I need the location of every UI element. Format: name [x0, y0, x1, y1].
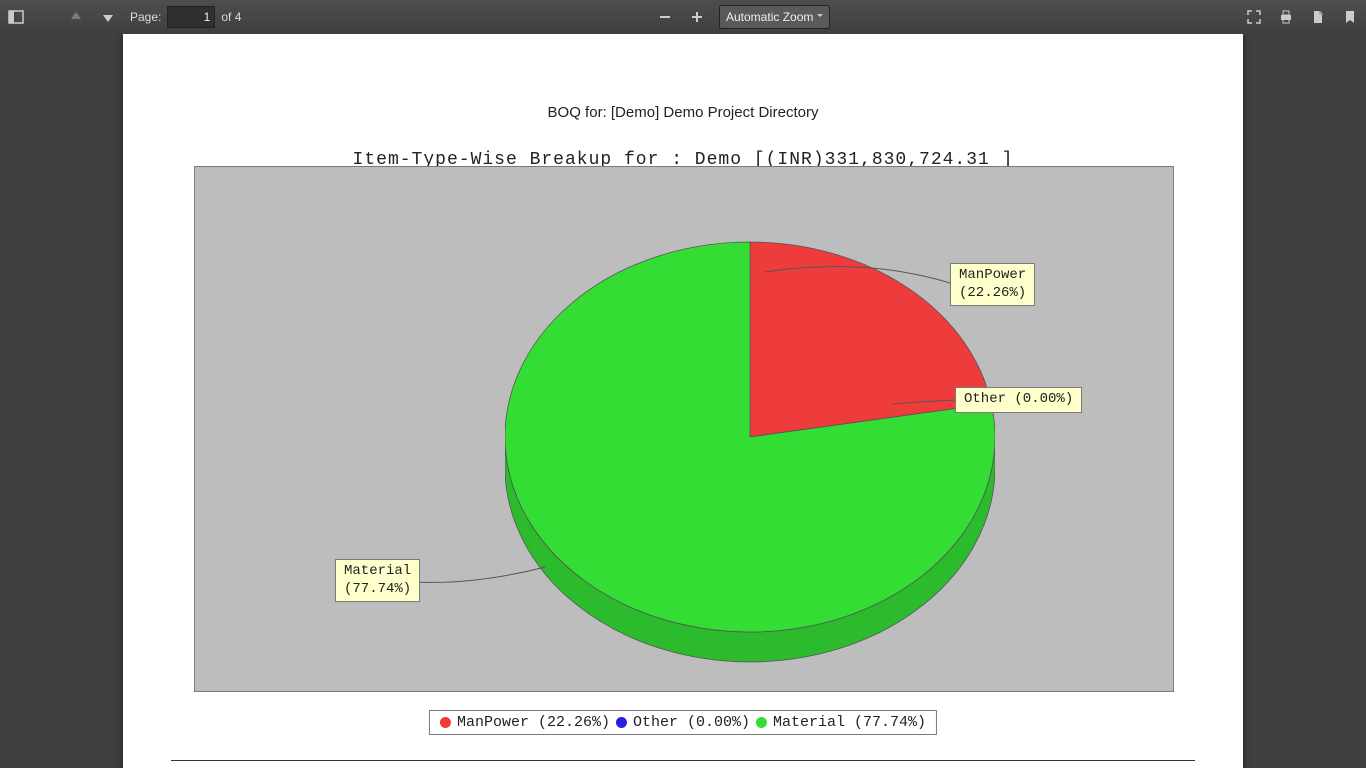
chart-legend: ManPower (22.26%) Other (0.00%) Material… [429, 710, 937, 735]
zoom-select-label: Automatic Zoom [726, 10, 813, 24]
sidebar-toggle-icon[interactable] [3, 4, 29, 30]
page-total-label: of 4 [221, 10, 241, 24]
pdf-toolbar: Page: of 4 Automatic Zoom [0, 0, 1366, 35]
callout-material: Material(77.74%) [335, 559, 420, 602]
download-icon[interactable] [1305, 4, 1331, 30]
zoom-out-icon[interactable] [652, 4, 678, 30]
pdf-viewer[interactable]: BOQ for: [Demo] Demo Project Directory I… [0, 34, 1366, 768]
next-page-icon[interactable] [95, 4, 121, 30]
zoom-select[interactable]: Automatic Zoom [719, 5, 830, 29]
print-icon[interactable] [1273, 4, 1299, 30]
callout-other: Other (0.00%) [955, 387, 1082, 413]
bookmark-icon[interactable] [1337, 4, 1363, 30]
fullscreen-icon[interactable] [1241, 4, 1267, 30]
legend-swatch-material [756, 717, 767, 728]
page-number-input[interactable] [167, 6, 215, 28]
legend-swatch-manpower [440, 717, 451, 728]
chart-area: ManPower(22.26%) Other (0.00%) Material(… [194, 166, 1174, 692]
callout-manpower: ManPower(22.26%) [950, 263, 1035, 306]
zoom-in-icon[interactable] [684, 4, 710, 30]
pie-chart [505, 207, 995, 677]
footer-rule [171, 760, 1195, 761]
legend-swatch-other [616, 717, 627, 728]
page-label: Page: [130, 10, 161, 24]
legend-label-other: Other (0.00%) [633, 714, 750, 731]
legend-label-material: Material (77.74%) [773, 714, 926, 731]
document-title: BOQ for: [Demo] Demo Project Directory [123, 104, 1243, 121]
legend-label-manpower: ManPower (22.26%) [457, 714, 610, 731]
prev-page-icon[interactable] [63, 4, 89, 30]
pdf-page: BOQ for: [Demo] Demo Project Directory I… [123, 34, 1243, 768]
